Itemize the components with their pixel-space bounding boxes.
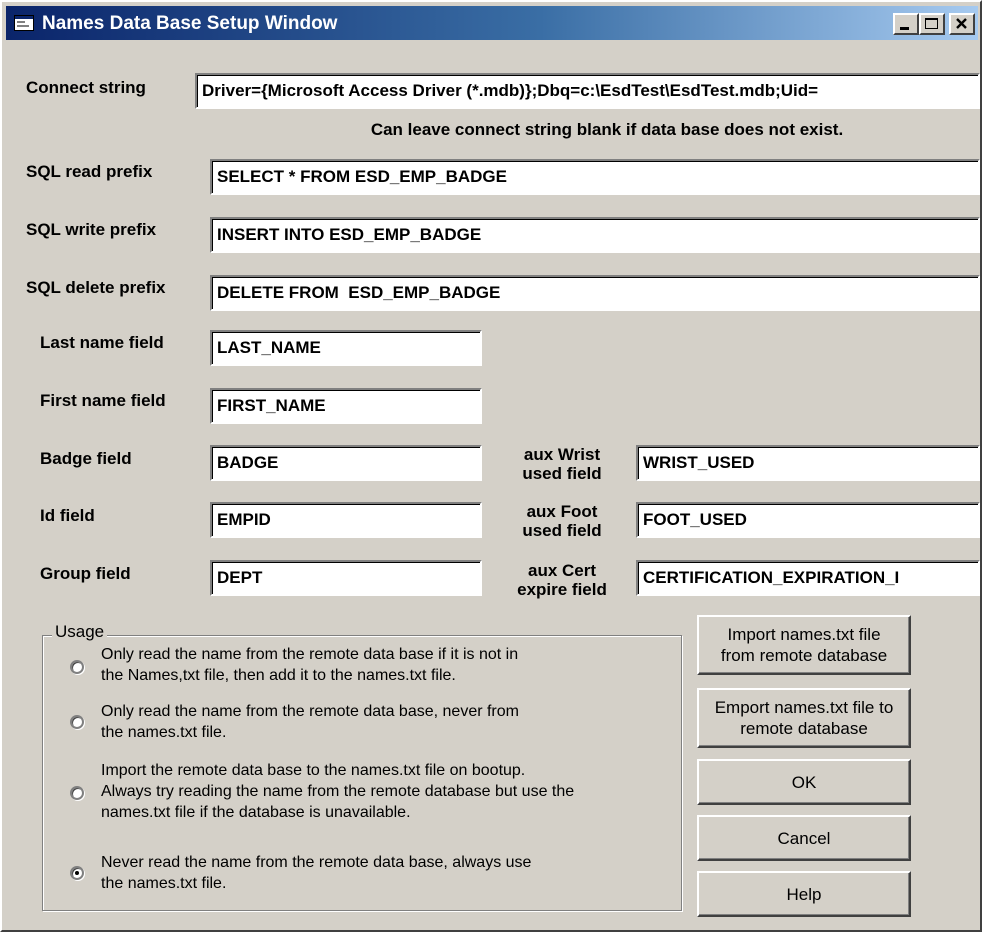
import-names-button[interactable]: Import names.txt file from remote databa… [697,615,911,675]
aux-cert-label-line2: expire field [517,580,607,599]
ok-button[interactable]: OK [697,759,911,805]
usage-option-1-line2: the Names,txt file, then add it to the n… [101,667,456,684]
usage-option-3-line3: names.txt file if the database is unavai… [101,804,411,821]
usage-option-4-line1: Never read the name from the remote data… [101,854,532,871]
aux-foot-label: aux Foot used field [502,502,622,540]
close-icon [956,18,967,29]
usage-option-3-text[interactable]: Import the remote data base to the names… [101,760,671,823]
sql-delete-prefix-input[interactable] [210,275,980,311]
minimize-icon [900,27,909,30]
import-names-button-line1: Import names.txt file [727,625,881,644]
sql-write-prefix-input[interactable] [210,217,980,253]
usage-radio-option-1[interactable] [70,660,84,674]
usage-option-1-line1: Only read the name from the remote data … [101,646,519,663]
aux-cert-expire-input[interactable] [636,560,980,596]
sql-write-prefix-label: SQL write prefix [26,220,157,239]
aux-cert-label-line1: aux Cert [527,561,597,580]
minimize-button[interactable] [893,13,919,35]
usage-radio-option-2[interactable] [70,715,84,729]
window-title: Names Data Base Setup Window [42,13,338,34]
connect-string-label: Connect string [26,78,146,97]
badge-field-input[interactable] [210,445,482,481]
usage-option-4-text[interactable]: Never read the name from the remote data… [101,852,671,894]
cancel-button-label: Cancel [777,828,831,848]
aux-cert-label: aux Cert expire field [502,561,622,599]
usage-option-1-text[interactable]: Only read the name from the remote data … [101,644,671,686]
first-name-field-label: First name field [40,391,166,410]
close-button[interactable] [949,13,975,35]
import-names-button-line2: from remote database [720,646,888,665]
usage-option-2-line1: Only read the name from the remote data … [101,703,519,720]
title-bar[interactable]: Names Data Base Setup Window [6,6,978,40]
maximize-icon [925,18,938,29]
usage-option-2-line2: the names.txt file. [101,724,227,741]
first-name-field-input[interactable] [210,388,482,424]
connect-string-input[interactable] [195,73,980,109]
setup-window: Names Data Base Setup Window Connect str… [0,0,982,932]
export-names-button-line1: Emport names.txt file to [714,698,894,717]
export-names-button-line2: remote database [740,719,868,738]
aux-wrist-label-line2: used field [522,464,602,483]
cancel-button[interactable]: Cancel [697,815,911,861]
aux-foot-label-line2: used field [522,521,602,540]
usage-option-3-line2: Always try reading the name from the rem… [101,783,575,800]
radio-selected-dot [75,871,79,875]
usage-option-4-line2: the names.txt file. [101,875,227,892]
group-field-label: Group field [40,564,131,583]
usage-option-3-line1: Import the remote data base to the names… [101,762,526,779]
usage-group-title: Usage [52,622,108,642]
sql-read-prefix-label: SQL read prefix [26,162,153,181]
connect-string-hint: Can leave connect string blank if data b… [370,120,844,139]
help-button-label: Help [786,884,822,904]
usage-option-2-text[interactable]: Only read the name from the remote data … [101,701,671,743]
last-name-field-label: Last name field [40,333,164,352]
aux-wrist-label-line1: aux Wrist [523,445,601,464]
id-field-input[interactable] [210,502,482,538]
badge-field-label: Badge field [40,449,132,468]
group-field-input[interactable] [210,560,482,596]
app-window-icon [14,15,34,31]
aux-foot-used-input[interactable] [636,502,980,538]
last-name-field-input[interactable] [210,330,482,366]
usage-radio-option-4[interactable] [70,866,84,880]
maximize-button[interactable] [919,13,945,35]
aux-wrist-used-input[interactable] [636,445,980,481]
aux-foot-label-line1: aux Foot [526,502,598,521]
export-names-button[interactable]: Emport names.txt file to remote database [697,688,911,748]
usage-radio-option-3[interactable] [70,786,84,800]
help-button[interactable]: Help [697,871,911,917]
sql-read-prefix-input[interactable] [210,159,980,195]
aux-wrist-label: aux Wrist used field [502,445,622,483]
id-field-label: Id field [40,506,95,525]
sql-delete-prefix-label: SQL delete prefix [26,278,166,297]
ok-button-label: OK [791,772,817,792]
